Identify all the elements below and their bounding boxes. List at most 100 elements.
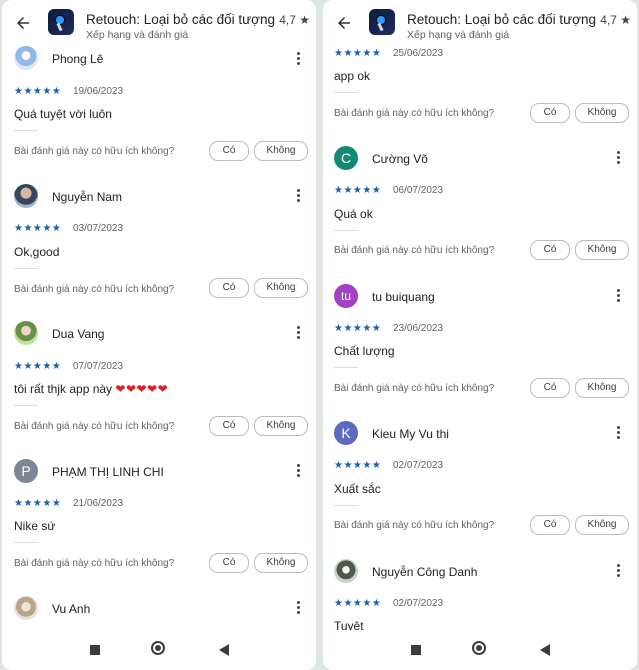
helpful-question: Bài đánh giá này có hữu ích không? bbox=[334, 245, 495, 256]
no-button[interactable]: Không bbox=[254, 278, 308, 298]
reviewer-name: PHẠM THỊ LINH CHI bbox=[52, 465, 164, 479]
back-arrow-icon[interactable] bbox=[14, 14, 32, 32]
review-date: 02/07/2023 bbox=[393, 598, 444, 609]
avatar: K bbox=[334, 421, 358, 445]
yes-button[interactable]: Có bbox=[209, 278, 249, 298]
yes-button[interactable]: Có bbox=[209, 416, 249, 436]
star-rating: ★★★★★ bbox=[334, 460, 382, 471]
divider bbox=[14, 405, 38, 406]
helpful-question: Bài đánh giá này có hữu ích không? bbox=[334, 383, 495, 394]
divider bbox=[334, 505, 358, 506]
app-title: Retouch: Loại bỏ các đối tượng bbox=[86, 12, 276, 27]
review-text: tôi rất thjk app này ❤❤❤❤❤ bbox=[14, 382, 168, 396]
nav-back-icon[interactable] bbox=[540, 644, 550, 656]
no-button[interactable]: Không bbox=[575, 103, 629, 123]
divider bbox=[14, 130, 38, 131]
app-rating: 4,7 ★ bbox=[279, 13, 310, 27]
helpful-question: Bài đánh giá này có hữu ích không? bbox=[334, 108, 495, 119]
nav-recents-icon[interactable] bbox=[90, 645, 100, 655]
nav-home-icon[interactable] bbox=[472, 641, 486, 655]
reviewer-name: Nguyễn Nam bbox=[52, 190, 123, 204]
yes-button[interactable]: Có bbox=[530, 103, 570, 123]
nav-back-icon[interactable] bbox=[219, 644, 229, 656]
star-rating: ★★★★★ bbox=[334, 323, 382, 334]
yes-button[interactable]: Có bbox=[209, 553, 249, 573]
star-rating: ★★★★★ bbox=[14, 223, 62, 234]
no-button[interactable]: Không bbox=[575, 240, 629, 260]
helpful-question: Bài đánh giá này có hữu ích không? bbox=[14, 558, 175, 569]
no-button[interactable]: Không bbox=[575, 378, 629, 398]
nav-bar bbox=[323, 630, 637, 670]
nav-home-icon[interactable] bbox=[151, 641, 165, 655]
avatar: P bbox=[14, 459, 38, 483]
helpful-question: Bài đánh giá này có hữu ích không? bbox=[334, 520, 495, 531]
more-vert-icon[interactable] bbox=[297, 52, 301, 66]
star-rating: ★★★★★ bbox=[334, 48, 382, 59]
avatar bbox=[334, 559, 358, 583]
reviewer-name: Vu Anh bbox=[52, 602, 91, 616]
more-vert-icon[interactable] bbox=[617, 289, 621, 303]
divider bbox=[334, 230, 358, 231]
more-vert-icon[interactable] bbox=[617, 426, 621, 440]
more-vert-icon[interactable] bbox=[297, 601, 301, 615]
right-phone-screen: Retouch: Loại bỏ các đối tượng 4,7 ★ Xếp… bbox=[323, 0, 637, 670]
divider bbox=[14, 268, 38, 269]
back-arrow-icon[interactable] bbox=[335, 14, 353, 32]
app-icon bbox=[48, 9, 74, 35]
app-icon bbox=[369, 9, 395, 35]
no-button[interactable]: Không bbox=[254, 553, 308, 573]
yes-button[interactable]: Có bbox=[530, 240, 570, 260]
avatar bbox=[14, 321, 38, 345]
no-button[interactable]: Không bbox=[575, 515, 629, 535]
helpful-question: Bài đánh giá này có hữu ích không? bbox=[14, 146, 175, 157]
review-date: 23/06/2023 bbox=[393, 323, 444, 334]
app-header: Retouch: Loại bỏ các đối tượng 4,7 ★ Xếp… bbox=[323, 0, 637, 44]
star-rating: ★★★★★ bbox=[14, 361, 62, 372]
left-phone-screen: Retouch: Loại bỏ các đối tượng 4,7 ★ Xếp… bbox=[2, 0, 316, 670]
heart-emoji-icon: ❤❤❤❤❤ bbox=[115, 382, 169, 396]
review-text: Nike sứ bbox=[14, 519, 56, 533]
app-subtitle: Xếp hạng và đánh giá bbox=[407, 29, 510, 41]
more-vert-icon[interactable] bbox=[617, 564, 621, 578]
no-button[interactable]: Không bbox=[254, 141, 308, 161]
yes-button[interactable]: Có bbox=[530, 378, 570, 398]
avatar: tu bbox=[334, 284, 358, 308]
yes-button[interactable]: Có bbox=[209, 141, 249, 161]
review-text: Xuất sắc bbox=[334, 482, 381, 496]
star-rating: ★★★★★ bbox=[334, 598, 382, 609]
more-vert-icon[interactable] bbox=[297, 189, 301, 203]
review-text: app ok bbox=[334, 69, 371, 83]
app-rating: 4,7 ★ bbox=[600, 13, 631, 27]
review-text: Quá ok bbox=[334, 207, 373, 221]
more-vert-icon[interactable] bbox=[297, 464, 301, 478]
reviewer-name: Nguyễn Công Danh bbox=[372, 565, 478, 579]
nav-bar bbox=[2, 630, 316, 670]
app-subtitle: Xếp hạng và đánh giá bbox=[86, 29, 189, 41]
review-date: 07/07/2023 bbox=[73, 361, 124, 372]
star-rating: ★★★★★ bbox=[14, 498, 62, 509]
reviewer-name: Dua Vang bbox=[52, 327, 105, 341]
app-header: Retouch: Loại bỏ các đối tượng 4,7 ★ Xếp… bbox=[2, 0, 316, 44]
review-date: 21/06/2023 bbox=[73, 498, 124, 509]
review-date: 06/07/2023 bbox=[393, 185, 444, 196]
no-button[interactable]: Không bbox=[254, 416, 308, 436]
avatar bbox=[14, 184, 38, 208]
app-title: Retouch: Loại bỏ các đối tượng bbox=[407, 12, 597, 27]
reviewer-name: Kieu My Vu thi bbox=[372, 427, 449, 441]
avatar bbox=[14, 46, 38, 70]
reviewer-name: tu buiquang bbox=[372, 290, 435, 304]
helpful-question: Bài đánh giá này có hữu ích không? bbox=[14, 284, 175, 295]
helpful-question: Bài đánh giá này có hữu ích không? bbox=[14, 421, 175, 432]
divider bbox=[334, 367, 358, 368]
more-vert-icon[interactable] bbox=[617, 151, 621, 165]
star-rating: ★★★★★ bbox=[334, 185, 382, 196]
review-text-content: tôi rất thjk app này bbox=[14, 382, 113, 396]
nav-recents-icon[interactable] bbox=[411, 645, 421, 655]
star-rating: ★★★★★ bbox=[14, 86, 62, 97]
avatar bbox=[14, 596, 38, 620]
review-date: 19/06/2023 bbox=[73, 86, 124, 97]
review-date: 02/07/2023 bbox=[393, 460, 444, 471]
avatar: C bbox=[334, 146, 358, 170]
more-vert-icon[interactable] bbox=[297, 326, 301, 340]
yes-button[interactable]: Có bbox=[530, 515, 570, 535]
